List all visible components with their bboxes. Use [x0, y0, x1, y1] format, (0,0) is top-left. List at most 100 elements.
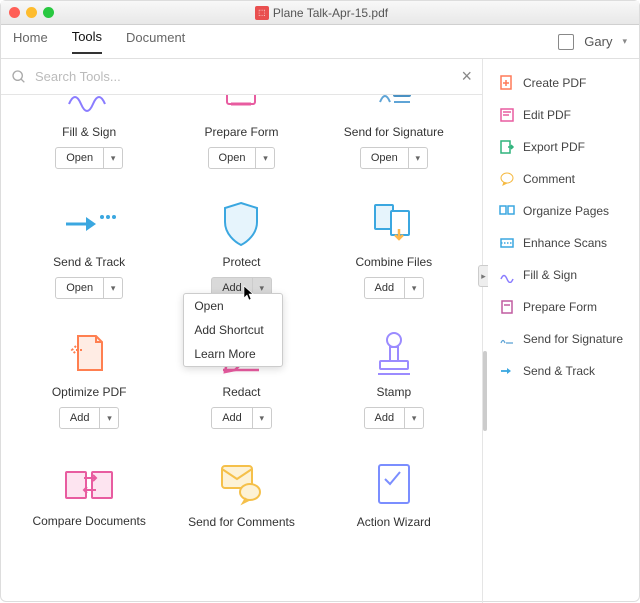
sidebar-item-send-signature[interactable]: Send for Signature — [499, 331, 627, 347]
protect-menu-open[interactable]: Open — [184, 294, 282, 318]
protect-dropdown-menu: Open Add Shortcut Learn More — [183, 293, 283, 367]
prepare-form-open-button[interactable]: Open▾ — [208, 147, 276, 169]
organize-pages-icon — [499, 203, 515, 219]
top-navigation: Home Tools Document Gary ▾ — [1, 25, 639, 59]
sidebar-item-create-pdf[interactable]: Create PDF — [499, 75, 627, 91]
sidebar-label: Send for Signature — [523, 332, 623, 346]
search-tools-bar: × — [1, 59, 482, 95]
search-input[interactable] — [35, 69, 453, 84]
send-comments-icon — [216, 457, 266, 511]
protect-menu-shortcut[interactable]: Add Shortcut — [184, 318, 282, 342]
sidebar-label: Prepare Form — [523, 300, 597, 314]
chevron-down-icon[interactable]: ▾ — [409, 148, 427, 168]
sidebar-label: Organize Pages — [523, 204, 609, 218]
sidebar-label: Edit PDF — [523, 108, 571, 122]
chevron-down-icon[interactable]: ▾ — [256, 148, 274, 168]
tool-stamp: Stamp Add▾ — [318, 327, 470, 429]
enhance-scans-icon — [499, 235, 515, 251]
send-signature-icon — [372, 95, 416, 121]
minimize-window-button[interactable] — [26, 7, 37, 18]
window-title: Plane Talk-Apr-15.pdf — [273, 6, 388, 20]
edit-pdf-icon — [499, 107, 515, 123]
tool-action-wizard: Action Wizard — [318, 457, 470, 537]
optimize-pdf-icon — [68, 327, 110, 381]
tool-label: Compare Documents — [32, 515, 145, 528]
stamp-icon — [374, 327, 414, 381]
tool-label: Fill & Sign — [62, 125, 116, 139]
action-wizard-icon — [375, 457, 413, 511]
chevron-down-icon[interactable]: ▾ — [405, 408, 423, 428]
export-pdf-icon — [499, 139, 515, 155]
fill-sign-open-button[interactable]: Open▾ — [55, 147, 123, 169]
sidebar-item-organize[interactable]: Organize Pages — [499, 203, 627, 219]
tool-label: Prepare Form — [204, 125, 278, 139]
tool-label: Protect — [222, 255, 260, 269]
create-pdf-icon — [499, 75, 515, 91]
combine-add-button[interactable]: Add▾ — [364, 277, 425, 299]
window-titlebar: ⬚ Plane Talk-Apr-15.pdf — [1, 1, 639, 25]
comment-icon — [499, 171, 515, 187]
chevron-down-icon[interactable]: ▾ — [100, 408, 118, 428]
tool-send-track: Send & Track Open▾ — [13, 197, 165, 299]
tool-label: Stamp — [376, 385, 411, 399]
chevron-down-icon[interactable]: ▾ — [104, 278, 122, 298]
sidebar-item-export-pdf[interactable]: Export PDF — [499, 139, 627, 155]
chevron-down-icon[interactable]: ▾ — [253, 408, 271, 428]
sidebar-label: Enhance Scans — [523, 236, 607, 250]
stamp-add-button[interactable]: Add▾ — [364, 407, 425, 429]
tool-compare: Compare Documents — [13, 457, 165, 537]
redact-add-button[interactable]: Add▾ — [211, 407, 272, 429]
chevron-down-icon[interactable]: ▾ — [405, 278, 423, 298]
tool-send-comments: Send for Comments — [165, 457, 317, 537]
tool-optimize-pdf: Optimize PDF Add▾ — [13, 327, 165, 429]
chevron-down-icon[interactable]: ▾ — [104, 148, 122, 168]
sidebar-item-edit-pdf[interactable]: Edit PDF — [499, 107, 627, 123]
tool-label: Send for Comments — [188, 515, 295, 529]
protect-menu-learn[interactable]: Learn More — [184, 342, 282, 366]
tool-send-signature: Send for Signature Open▾ — [318, 95, 470, 169]
sidebar-item-send-track[interactable]: Send & Track — [499, 363, 627, 379]
pdf-file-icon: ⬚ — [255, 6, 269, 20]
prepare-form-small-icon — [499, 299, 515, 315]
send-track-small-icon — [499, 363, 515, 379]
sidebar-item-comment[interactable]: Comment — [499, 171, 627, 187]
tab-home[interactable]: Home — [13, 30, 48, 53]
sidebar-label: Export PDF — [523, 140, 585, 154]
user-menu-caret-icon[interactable]: ▾ — [622, 36, 627, 47]
window-controls[interactable] — [9, 7, 54, 18]
tool-fill-sign: Fill & Sign Open▾ — [13, 95, 165, 169]
zoom-window-button[interactable] — [43, 7, 54, 18]
clear-search-icon[interactable]: × — [461, 66, 472, 87]
send-signature-open-button[interactable]: Open▾ — [360, 147, 428, 169]
sidebar-label: Send & Track — [523, 364, 595, 378]
fill-sign-icon — [65, 95, 113, 121]
combine-files-icon — [369, 197, 419, 251]
prepare-form-icon — [221, 95, 261, 121]
send-track-icon — [62, 197, 116, 251]
note-icon[interactable] — [558, 34, 574, 50]
protect-icon — [220, 197, 262, 251]
tab-tools[interactable]: Tools — [72, 29, 102, 54]
search-icon — [11, 69, 27, 85]
send-signature-small-icon — [499, 331, 515, 347]
sidebar-label: Create PDF — [523, 76, 586, 90]
close-window-button[interactable] — [9, 7, 20, 18]
optimize-add-button[interactable]: Add▾ — [59, 407, 120, 429]
tool-label: Optimize PDF — [52, 385, 127, 399]
sidebar-item-prepare-form[interactable]: Prepare Form — [499, 299, 627, 315]
cursor-icon — [243, 285, 255, 301]
tool-label: Action Wizard — [357, 515, 431, 529]
send-track-open-button[interactable]: Open▾ — [55, 277, 123, 299]
sidebar-item-fill-sign[interactable]: Fill & Sign — [499, 267, 627, 283]
tool-label: Redact — [222, 385, 260, 399]
tab-document[interactable]: Document — [126, 30, 185, 53]
tool-combine-files: Combine Files Add▾ — [318, 197, 470, 299]
user-name[interactable]: Gary — [584, 34, 612, 49]
sidebar-label: Comment — [523, 172, 575, 186]
compare-icon — [62, 457, 116, 511]
sidebar-item-enhance[interactable]: Enhance Scans — [499, 235, 627, 251]
tool-label: Send for Signature — [344, 125, 444, 139]
fill-sign-small-icon — [499, 267, 515, 283]
tool-label: Send & Track — [53, 255, 125, 269]
sidebar-collapse-handle[interactable]: ▸ — [478, 265, 488, 287]
